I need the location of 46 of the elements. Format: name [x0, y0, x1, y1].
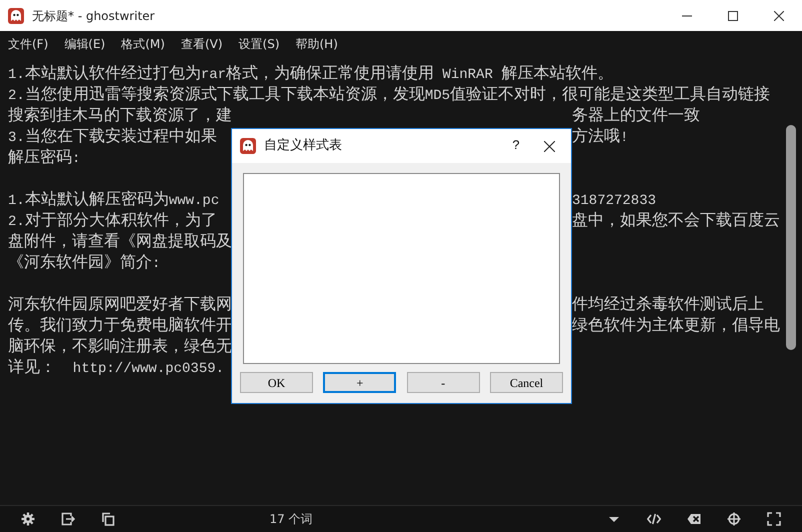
- dialog-button[interactable]: -: [406, 372, 480, 393]
- code-icon[interactable]: [647, 512, 661, 526]
- crosshair-icon[interactable]: [727, 512, 741, 526]
- editor-text: 脑环保，不影响注册表，绿色无: [8, 337, 232, 358]
- word-count: 17 个词: [268, 511, 314, 528]
- settings-icon[interactable]: [21, 512, 35, 526]
- scrollbar-thumb[interactable]: [786, 125, 796, 350]
- dialog-button[interactable]: Cancel: [490, 372, 563, 393]
- menu-item[interactable]: 帮助(H): [296, 34, 338, 52]
- editor-text: 详见： http://www.pc0359.: [8, 358, 224, 379]
- backspace-icon[interactable]: [687, 512, 701, 526]
- menu-item[interactable]: 设置(S): [238, 34, 280, 52]
- editor-text: 盘附件，请查看《网盘提取码及: [8, 232, 232, 253]
- editor-text: 务器上的文件一致: [572, 106, 700, 127]
- editor-text: 绿色软件为主体更新，倡导电: [572, 316, 780, 337]
- editor-text: 2.当您使用迅雷等搜索资源式下载工具下载本站资源，发现MD5值验证不对时，很可能是这类型工具自动链接: [8, 85, 770, 106]
- editor-text: 3.当您在下载安装过程中如果: [8, 127, 218, 148]
- export-icon[interactable]: [61, 512, 75, 526]
- close-icon[interactable]: [774, 10, 784, 20]
- menu-item[interactable]: 文件(F): [8, 34, 48, 52]
- ghost-icon: [8, 8, 24, 24]
- close-icon[interactable]: [544, 140, 555, 152]
- editor-text: 解压密码:: [8, 148, 80, 169]
- help-button[interactable]: ?: [512, 136, 520, 156]
- menu-item[interactable]: 查看(V): [180, 34, 223, 52]
- editor-text: 搜索到挂木马的下载资源了，建: [8, 106, 231, 127]
- copy-icon[interactable]: [101, 512, 115, 526]
- editor-text: 《河东软件园》简介:: [8, 253, 160, 274]
- editor-text: 传。我们致力于免费电脑软件开: [8, 316, 231, 337]
- editor-text: 方法哦!: [572, 127, 628, 148]
- editor-text: 件均经过杀毒软件测试后上: [572, 295, 764, 316]
- window-title: 无标题* - ghostwriter: [32, 8, 156, 24]
- dialog-title: 自定义样式表: [264, 137, 343, 156]
- editor-text: 1.本站默认软件经过打包为rar格式，为确保正常使用请使用 WinRAR 解压本站软件。: [8, 64, 614, 85]
- editor-text: 3187272833: [572, 192, 656, 211]
- ghost-icon: [240, 138, 256, 154]
- maximize-icon[interactable]: [728, 10, 738, 20]
- menu-item[interactable]: 格式(M): [121, 34, 165, 52]
- editor-text: 2.对于部分大体积软件，为了: [8, 211, 218, 232]
- editor-text: 河东软件园原网吧爱好者下载网: [8, 295, 231, 316]
- editor-text: 盘中，如果您不会下载百度云: [572, 211, 780, 232]
- fullscreen-icon[interactable]: [767, 512, 781, 526]
- dialog-button[interactable]: +: [323, 372, 396, 393]
- dialog-button[interactable]: OK: [240, 372, 313, 393]
- editor-text: 1.本站默认解压密码为www.pc: [8, 190, 220, 211]
- menu-item[interactable]: 编辑(E): [64, 34, 106, 52]
